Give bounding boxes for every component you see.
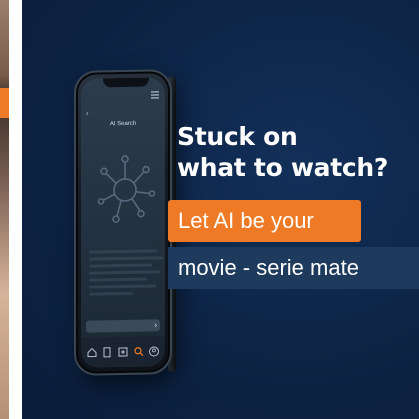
slide-gap: [9, 0, 22, 419]
add-icon[interactable]: [117, 346, 129, 358]
headline: Stuck on what to watch?: [177, 121, 388, 183]
cta-secondary: movie - serie mate: [168, 247, 419, 289]
menu-icon[interactable]: [151, 91, 159, 100]
blurred-text-block: [89, 249, 163, 299]
search-icon[interactable]: [133, 346, 145, 358]
previous-slide-photo: [0, 0, 9, 419]
ai-network-icon: [97, 155, 155, 223]
headline-line-1: Stuck on: [177, 122, 298, 151]
home-icon[interactable]: [86, 346, 98, 358]
cta-highlight: Let AI be your: [168, 200, 361, 242]
search-input[interactable]: ›: [86, 319, 160, 333]
previous-slide-accent: [0, 88, 9, 118]
promo-banner: ‹ AI Search › Stuck on what to watch? Le…: [22, 0, 419, 419]
phone-screen: ‹ AI Search ›: [81, 77, 165, 368]
headline-line-2: what to watch?: [177, 153, 389, 182]
phone-mockup: ‹ AI Search ›: [74, 69, 172, 376]
tab-bar: [81, 336, 165, 368]
document-icon[interactable]: [101, 346, 113, 358]
profile-icon[interactable]: [148, 345, 160, 357]
send-icon[interactable]: ›: [154, 319, 157, 331]
back-icon[interactable]: ‹: [86, 109, 89, 118]
previous-slide-edge: [0, 0, 22, 419]
phone-notch: [103, 77, 149, 88]
screen-title: AI Search: [109, 120, 137, 128]
